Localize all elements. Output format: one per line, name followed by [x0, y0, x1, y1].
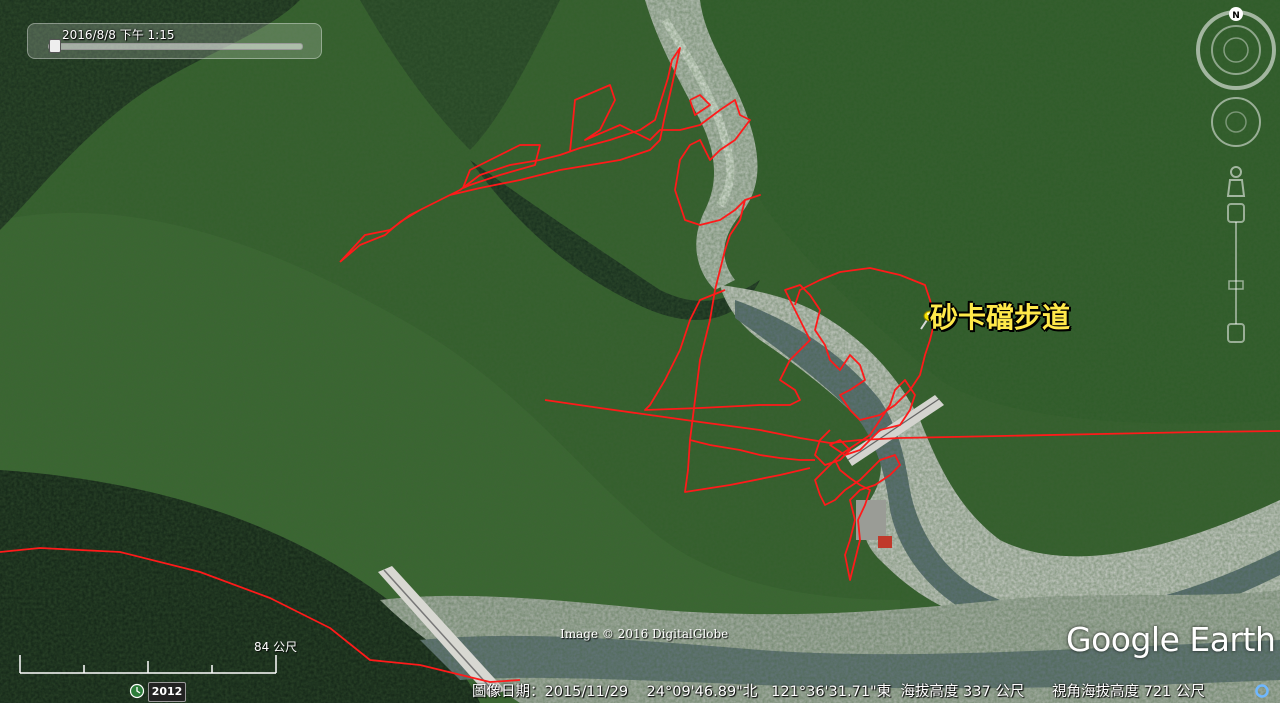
scale-bar-graphic [19, 655, 277, 674]
latitude-readout: 24°09'46.89"北 [646, 684, 758, 700]
time-slider-label: 2016/8/8 下午 1:15 [62, 28, 175, 42]
imagery-date: 圖像日期：2015/11/29 [472, 684, 629, 700]
elevation-readout: 海拔高度 337 公尺 [900, 684, 1025, 700]
compass-north-label: N [1232, 11, 1240, 21]
imagery-copyright: Image © 2016 DigitalGlobe [560, 627, 729, 641]
streaming-status-icon [1255, 684, 1269, 698]
compass-icon[interactable]: N [1196, 7, 1276, 90]
look-joystick-icon[interactable] [1211, 97, 1261, 147]
time-slider[interactable]: 2016/8/8 下午 1:15 [27, 23, 322, 59]
navigation-controls[interactable]: N [1196, 6, 1276, 346]
longitude-readout: 121°36'31.71"東 [771, 684, 892, 700]
placemark-label[interactable]: 砂卡礑步道 [930, 296, 1070, 336]
history-clock-icon[interactable] [128, 683, 146, 699]
status-bar: 圖像日期：2015/11/29 24°09'46.89"北 121°36'31.… [472, 680, 1205, 701]
eye-altitude-readout: 視角海拔高度 721 公尺 [1052, 684, 1205, 700]
building-roof [878, 536, 892, 548]
historical-imagery-year[interactable]: 2012 [148, 682, 186, 702]
scale-bar: 84 公尺 [18, 635, 297, 675]
time-slider-track[interactable] [48, 43, 303, 50]
time-slider-thumb[interactable] [49, 39, 61, 53]
parking-area [856, 500, 886, 540]
google-earth-logo: Google Earth [1066, 620, 1276, 659]
scale-bar-label: 84 公尺 [254, 640, 298, 654]
street-view-pegman-icon[interactable] [1226, 166, 1246, 197]
satellite-map-view[interactable] [0, 0, 1280, 703]
zoom-slider[interactable] [1227, 203, 1245, 343]
